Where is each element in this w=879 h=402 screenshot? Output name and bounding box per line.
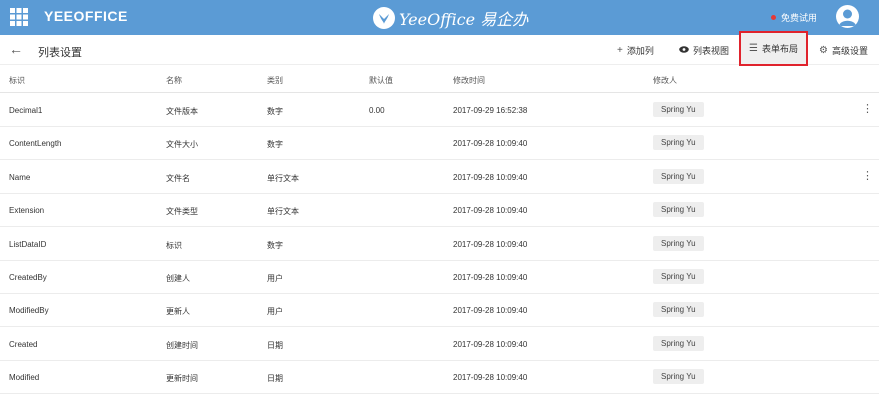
add-column-label: 添加列 (626, 45, 654, 56)
free-trial-label: 免费试用 (781, 13, 818, 23)
field-id: Modified (9, 373, 40, 383)
add-column-button[interactable]: + 添加列 (617, 35, 654, 65)
modified-by-chip: Spring Yu (653, 202, 704, 218)
gear-icon: ⚙ (819, 44, 828, 56)
app-name: YEEOFFICE (44, 8, 128, 24)
list-view-label: 列表视图 (693, 45, 730, 56)
column-header-id: 标识 (9, 76, 25, 85)
table-header: 标识 名称 类别 默认值 修改时间 修改人 (0, 66, 879, 93)
field-type: 用户 (267, 307, 283, 317)
field-name: 文件名 (166, 173, 190, 183)
notification-dot-icon (771, 15, 776, 20)
field-name: 文件大小 (166, 140, 198, 150)
field-name: 更新人 (166, 307, 190, 317)
modified-by-chip: Spring Yu (653, 168, 704, 184)
user-avatar[interactable] (836, 5, 859, 28)
field-modified-time: 2017-09-28 10:09:40 (453, 206, 528, 216)
field-modified-time: 2017-09-28 10:09:40 (453, 139, 528, 149)
list-view-button[interactable]: 列表视图 (679, 35, 729, 65)
table-row[interactable]: ModifiedBy 更新人 用户 2017-09-28 10:09:40 Spring… (0, 294, 879, 328)
form-layout-button[interactable]: ☰ 表单布局 (739, 31, 808, 66)
field-type: 数字 (267, 107, 283, 116)
table-row[interactable]: Modified 更新时间 日期 2017-09-28 10:09:40 Spring … (0, 361, 879, 395)
column-header-name: 名称 (166, 76, 182, 85)
field-name: 创建时间 (166, 340, 198, 350)
field-id: CreatedBy (9, 273, 47, 282)
more-options-icon[interactable]: ⋮ (862, 170, 873, 182)
field-id: Decimal1 (9, 106, 43, 115)
field-id: ContentLength (9, 139, 62, 149)
brand-name: YeeOffice 易企办 (399, 10, 529, 29)
plus-icon: + (617, 44, 623, 56)
field-modified-time: 2017-09-28 10:09:40 (453, 373, 528, 383)
field-modified-time: 2017-09-28 10:09:40 (453, 172, 528, 182)
modified-by-chip: Spring Yu (653, 102, 704, 117)
modified-by-chip: Spring Yu (653, 369, 704, 385)
field-name: 更新时间 (166, 374, 198, 384)
modified-by-chip: Spring Yu (653, 235, 704, 251)
table-row[interactable]: CreatedBy 创建人 用户 2017-09-28 10:09:40 Spring … (0, 261, 879, 294)
column-header-default: 默认值 (369, 76, 393, 85)
field-name: 文件类型 (166, 207, 198, 217)
field-id: Extension (9, 206, 45, 216)
list-icon: ☰ (749, 43, 758, 54)
modified-by-chip: Spring Yu (653, 302, 704, 318)
table-row[interactable]: Extension 文件类型 单行文本 2017-09-28 10:09:40 Spri… (0, 194, 879, 228)
field-type: 单行文本 (267, 207, 299, 217)
column-header-type: 类别 (267, 76, 283, 85)
field-modified-time: 2017-09-28 10:09:40 (453, 239, 528, 249)
field-type: 用户 (267, 274, 283, 283)
field-type: 数字 (267, 140, 283, 150)
table-row[interactable]: Name 文件名 单行文本 2017-09-28 10:09:40 Spring Yu ⋮ (0, 161, 879, 194)
advanced-settings-label: 高级设置 (831, 45, 868, 56)
field-id: Created (9, 339, 38, 349)
field-type: 日期 (267, 374, 283, 384)
table-row[interactable]: Decimal1 文件版本 数字 0.00 2017-09-29 16:52:38 Spr… (0, 94, 879, 127)
field-id: ModifiedBy (9, 306, 49, 316)
advanced-settings-button[interactable]: ⚙ 高级设置 (819, 35, 868, 65)
free-trial-link[interactable]: 免费试用 (771, 11, 817, 24)
field-name: 标识 (166, 240, 182, 250)
field-id: Name (9, 172, 31, 182)
modified-by-chip: Spring Yu (653, 269, 704, 284)
table-row[interactable]: Created 创建时间 日期 2017-09-28 10:09:40 Spring Y… (0, 328, 879, 361)
eye-icon (679, 45, 689, 56)
page-title: 列表设置 (38, 47, 82, 59)
yeeoffice-logo-icon (373, 7, 395, 29)
modified-by-chip: Spring Yu (653, 135, 704, 151)
field-modified-time: 2017-09-28 10:09:40 (453, 306, 528, 316)
field-name: 创建人 (166, 274, 190, 283)
table-row[interactable]: ListDataID 标识 数字 2017-09-28 10:09:40 Spring … (0, 228, 879, 261)
field-type: 数字 (267, 240, 283, 250)
field-name: 文件版本 (166, 107, 198, 116)
table-row[interactable]: ContentLength 文件大小 数字 2017-09-28 10:09:40 Sp… (0, 127, 879, 161)
back-arrow-icon[interactable]: ← (9, 42, 23, 56)
field-type: 单行文本 (267, 173, 299, 183)
top-navigation-bar: YEEOFFICE YeeOffice 易企办 免费试用 (0, 0, 879, 35)
modified-by-chip: Spring Yu (653, 335, 704, 351)
app-grid-icon[interactable] (10, 8, 28, 26)
field-type: 日期 (267, 340, 283, 350)
brand-logo: YeeOffice 易企办 (373, 6, 528, 30)
field-modified-time: 2017-09-28 10:09:40 (453, 273, 528, 282)
field-modified-time: 2017-09-29 16:52:38 (453, 106, 528, 115)
column-header-modified-time: 修改时间 (453, 76, 485, 85)
form-layout-label: 表单布局 (761, 44, 798, 54)
field-id: ListDataID (9, 239, 47, 249)
field-default: 0.00 (369, 106, 385, 115)
field-modified-time: 2017-09-28 10:09:40 (453, 339, 528, 349)
column-header-modified-by: 修改人 (653, 76, 677, 85)
more-options-icon[interactable]: ⋮ (862, 103, 873, 115)
